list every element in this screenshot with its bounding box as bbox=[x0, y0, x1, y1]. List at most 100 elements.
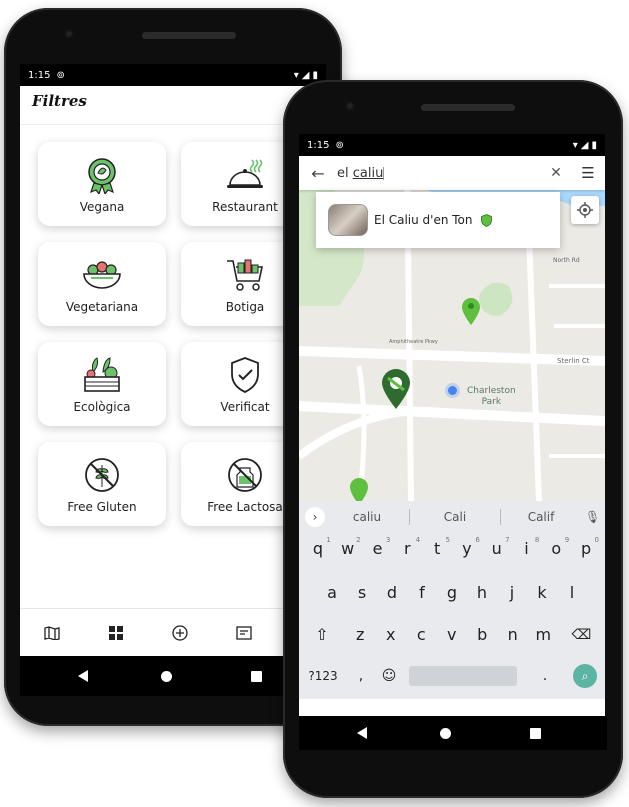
key-s[interactable]: s bbox=[347, 583, 377, 602]
comma-key[interactable]: , bbox=[347, 668, 375, 684]
back-button[interactable] bbox=[357, 727, 367, 739]
camera bbox=[64, 29, 74, 39]
search-key[interactable]: ⌕ bbox=[573, 664, 597, 688]
key-w[interactable]: w2 bbox=[333, 536, 363, 558]
key-label: v bbox=[447, 625, 457, 644]
recents-button[interactable] bbox=[529, 727, 541, 739]
keyboard: › caliu Cali Calif 🎙 q1w2e3r4t5y6u7i8o9p… bbox=[299, 501, 605, 699]
key-b[interactable]: b bbox=[467, 625, 498, 644]
key-number-hint: 1 bbox=[326, 536, 331, 544]
key-label: a bbox=[327, 583, 337, 602]
system-nav-bar bbox=[20, 656, 326, 696]
word-suggestion[interactable]: Cali bbox=[410, 510, 500, 524]
key-label: x bbox=[386, 625, 396, 644]
clear-icon[interactable]: ✕ bbox=[541, 165, 571, 181]
divider bbox=[20, 124, 326, 125]
word-suggestion[interactable]: Calif bbox=[501, 510, 581, 524]
key-q[interactable]: q1 bbox=[303, 536, 333, 558]
home-button[interactable] bbox=[160, 670, 172, 682]
key-d[interactable]: d bbox=[377, 583, 407, 602]
card-label: Free Lactosa bbox=[207, 500, 283, 514]
key-z[interactable]: z bbox=[345, 625, 376, 644]
camera bbox=[345, 101, 355, 111]
my-location-button[interactable] bbox=[571, 196, 599, 224]
key-a[interactable]: a bbox=[317, 583, 347, 602]
key-v[interactable]: v bbox=[437, 625, 468, 644]
add-circle-icon[interactable] bbox=[148, 625, 212, 641]
park-label-line1: Charleston bbox=[467, 386, 516, 396]
key-p[interactable]: p0 bbox=[571, 536, 601, 558]
key-number-hint: 0 bbox=[594, 536, 599, 544]
key-k[interactable]: k bbox=[527, 583, 557, 602]
word-suggestion[interactable]: caliu bbox=[325, 510, 409, 524]
key-h[interactable]: h bbox=[467, 583, 497, 602]
filter-card-ecologica[interactable]: Ecològica bbox=[38, 342, 166, 426]
news-icon[interactable] bbox=[212, 626, 276, 640]
map-marker-green[interactable] bbox=[461, 296, 481, 326]
card-label: Vegana bbox=[79, 200, 125, 214]
key-number-hint: 6 bbox=[475, 536, 480, 544]
key-e[interactable]: e3 bbox=[363, 536, 393, 558]
key-label: i bbox=[524, 539, 529, 558]
space-bar[interactable] bbox=[409, 666, 517, 686]
key-m[interactable]: m bbox=[528, 625, 559, 644]
mic-icon[interactable]: 🎙 bbox=[585, 510, 600, 524]
key-j[interactable]: j bbox=[497, 583, 527, 602]
expand-toolbar-button[interactable]: › bbox=[305, 507, 325, 527]
menu-icon[interactable]: ☰ bbox=[571, 164, 605, 182]
street-label: North Rd bbox=[553, 257, 580, 264]
key-label: h bbox=[476, 583, 488, 602]
key-n[interactable]: n bbox=[498, 625, 529, 644]
key-label: u bbox=[491, 539, 502, 558]
right-screen: 1:15 ⊚ ▾ ◢ ▮ North Rd Amphitheatre Pkwy … bbox=[299, 134, 605, 716]
search-bar: ← el caliu ✕ ☰ bbox=[299, 156, 605, 190]
key-row-4: ?123 , ☺ . ⌕ bbox=[299, 663, 605, 689]
key-o[interactable]: o9 bbox=[541, 536, 571, 558]
shift-key[interactable]: ⇧ bbox=[299, 625, 345, 644]
symbols-key[interactable]: ?123 bbox=[299, 669, 347, 683]
key-label: k bbox=[537, 583, 547, 602]
home-button[interactable] bbox=[439, 727, 451, 739]
system-nav-bar bbox=[299, 716, 607, 750]
filter-card-vegana[interactable]: Vegana bbox=[38, 142, 166, 226]
recents-button[interactable] bbox=[250, 670, 262, 682]
card-label: Free Gluten bbox=[67, 500, 137, 514]
key-row-2: a sd f gh j k l bbox=[299, 583, 605, 602]
key-row-3: ⇧ z x c v bnm ⌫ bbox=[299, 625, 605, 644]
key-label: l bbox=[569, 583, 575, 602]
street-label: Amphitheatre Pkwy bbox=[389, 339, 438, 345]
backspace-key[interactable]: ⌫ bbox=[559, 627, 605, 643]
key-u[interactable]: u7 bbox=[482, 536, 512, 558]
search-input[interactable]: el caliu bbox=[337, 166, 541, 181]
key-t[interactable]: t5 bbox=[422, 536, 452, 558]
key-y[interactable]: y6 bbox=[452, 536, 482, 558]
back-arrow-icon[interactable]: ← bbox=[299, 164, 337, 183]
key-label: s bbox=[357, 583, 367, 602]
key-label: b bbox=[477, 625, 488, 644]
card-label: Vegetariana bbox=[65, 300, 139, 314]
key-number-hint: 3 bbox=[385, 536, 391, 544]
key-c[interactable]: c bbox=[406, 625, 437, 644]
key-i[interactable]: i8 bbox=[512, 536, 542, 558]
emoji-key[interactable]: ☺ bbox=[375, 668, 403, 684]
key-x[interactable]: x bbox=[376, 625, 407, 644]
battery-icon: ▮ bbox=[312, 69, 318, 81]
filter-card-free-gluten[interactable]: Free Gluten bbox=[38, 442, 166, 526]
key-l[interactable]: l bbox=[557, 583, 587, 602]
map-icon[interactable] bbox=[20, 626, 84, 640]
map-marker-selected[interactable] bbox=[381, 368, 411, 410]
grid-icon[interactable] bbox=[84, 626, 148, 640]
filter-card-vegetariana[interactable]: Vegetariana bbox=[38, 242, 166, 326]
map-marker-green[interactable] bbox=[349, 476, 369, 501]
key-r[interactable]: r4 bbox=[392, 536, 422, 558]
no-lactose-icon bbox=[226, 456, 264, 494]
key-f[interactable]: f bbox=[407, 583, 437, 602]
suggestion-strip: › caliu Cali Calif 🎙 bbox=[299, 501, 605, 533]
key-g[interactable]: g bbox=[437, 583, 467, 602]
period-key[interactable]: . bbox=[517, 668, 573, 684]
key-label: d bbox=[386, 583, 398, 602]
status-bar: 1:15 ⊚ ▾ ◢ ▮ bbox=[20, 64, 326, 86]
back-button[interactable] bbox=[78, 670, 88, 682]
search-suggestion[interactable]: El Caliu d'en Ton bbox=[316, 192, 560, 248]
bottom-nav bbox=[20, 608, 326, 656]
